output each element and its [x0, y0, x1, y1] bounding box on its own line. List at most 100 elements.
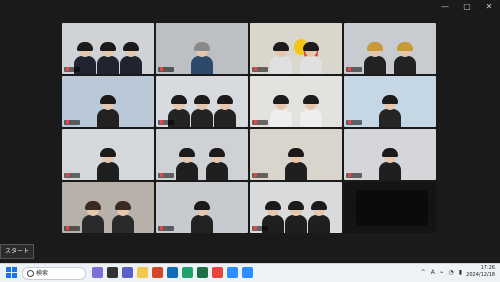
widget-icon[interactable] [92, 267, 103, 278]
mic-muted-icon [254, 67, 257, 71]
zoom-icon-2[interactable] [242, 267, 253, 278]
participant-name-tag [158, 120, 174, 125]
close-button[interactable]: ✕ [482, 2, 496, 12]
outlook-icon[interactable] [167, 267, 178, 278]
participant-figure [97, 42, 119, 74]
participant-hair [194, 201, 210, 210]
participant-name-tag [64, 226, 80, 231]
mic-muted-icon [160, 67, 163, 71]
participant-tile[interactable] [344, 76, 436, 127]
volume-icon[interactable]: ◔ [448, 268, 453, 277]
participant-figure [270, 42, 292, 74]
clock-time: 17:26 [480, 265, 495, 271]
participant-body [82, 215, 104, 233]
participant-hair [397, 42, 413, 51]
chrome-icon[interactable] [212, 267, 223, 278]
participant-tile[interactable] [344, 182, 436, 233]
search-icon [27, 270, 34, 277]
windows-logo-icon [6, 267, 11, 272]
participant-hair [311, 201, 327, 210]
participant-figure [300, 95, 322, 127]
participant-tile[interactable] [250, 76, 342, 127]
participant-figure [82, 201, 104, 233]
participant-name-tag [64, 173, 80, 178]
mic-muted-icon [254, 226, 257, 230]
maximize-button[interactable]: ▢ [460, 2, 474, 12]
participant-body [364, 56, 386, 74]
zoom-icon[interactable] [227, 267, 238, 278]
mic-muted-icon [66, 67, 69, 71]
participant-tile[interactable] [156, 129, 248, 180]
participant-hair [303, 42, 319, 51]
participant-body [308, 215, 330, 233]
participant-body [394, 56, 416, 74]
participant-figure [191, 95, 213, 127]
wifi-icon[interactable]: ⌁ [440, 268, 444, 277]
search-placeholder: 検索 [36, 270, 49, 277]
participant-hair [171, 95, 187, 104]
excel-icon[interactable] [197, 267, 208, 278]
participant-tile[interactable] [62, 129, 154, 180]
chat-icon[interactable] [122, 267, 133, 278]
start-button[interactable] [6, 267, 17, 278]
participant-body [191, 56, 213, 74]
participant-name-tag [346, 67, 362, 72]
clock[interactable]: 17:26 2024/12/18 [466, 265, 495, 279]
participant-tile[interactable] [156, 76, 248, 127]
mic-muted-icon [348, 120, 351, 124]
participant-name-tag [252, 226, 268, 231]
participant-body [206, 162, 228, 180]
participant-hair [100, 95, 116, 104]
participant-body [379, 162, 401, 180]
mic-muted-icon [254, 120, 257, 124]
participant-figure [270, 95, 292, 127]
edge-icon[interactable] [182, 267, 193, 278]
participant-hair [288, 201, 304, 210]
participant-tile[interactable] [250, 182, 342, 233]
participant-name-tag [64, 120, 80, 125]
search-box[interactable]: 検索 [22, 267, 86, 280]
participant-name-tag [158, 67, 174, 72]
participant-body [191, 215, 213, 233]
participant-tile[interactable] [62, 23, 154, 74]
video-gallery [62, 23, 438, 235]
participant-name-tag [158, 173, 174, 178]
taskbar: 検索 ^ A ⌁ ◔ ▮ 17:26 2024/12/18 [0, 263, 500, 282]
participant-tile[interactable] [344, 129, 436, 180]
mic-muted-icon [66, 120, 69, 124]
participant-name-tag [252, 67, 268, 72]
participant-hair [209, 148, 225, 157]
participant-figure [206, 148, 228, 180]
participant-name-tag [252, 173, 268, 178]
participant-tile[interactable] [156, 182, 248, 233]
participant-name-tag [346, 120, 362, 125]
participant-body [285, 162, 307, 180]
start-tooltip: スタート [0, 244, 35, 259]
participant-tile[interactable] [250, 129, 342, 180]
powerpoint-icon[interactable] [152, 267, 163, 278]
mic-muted-icon [66, 173, 69, 177]
participant-body [270, 109, 292, 127]
participant-tile[interactable] [62, 182, 154, 233]
mic-muted-icon [160, 120, 163, 124]
participant-hair [303, 95, 319, 104]
participant-tile[interactable] [250, 23, 342, 74]
tray-chevron-icon[interactable]: ^ [421, 268, 426, 277]
participant-body [270, 56, 292, 74]
participant-figure [394, 42, 416, 74]
participant-name-tag [64, 67, 80, 72]
participant-hair [115, 201, 131, 210]
minimize-button[interactable]: — [438, 2, 452, 12]
participant-tile[interactable] [344, 23, 436, 74]
participant-hair [100, 42, 116, 51]
participant-hair [382, 148, 398, 157]
ime-icon[interactable]: A [431, 268, 435, 277]
participant-tile[interactable] [62, 76, 154, 127]
participant-figure [285, 148, 307, 180]
battery-icon[interactable]: ▮ [459, 268, 462, 277]
taskview-icon[interactable] [107, 267, 118, 278]
participant-tile[interactable] [156, 23, 248, 74]
participant-body [176, 162, 198, 180]
clock-date: 2024/12/18 [466, 272, 495, 278]
file-explorer-icon[interactable] [137, 267, 148, 278]
